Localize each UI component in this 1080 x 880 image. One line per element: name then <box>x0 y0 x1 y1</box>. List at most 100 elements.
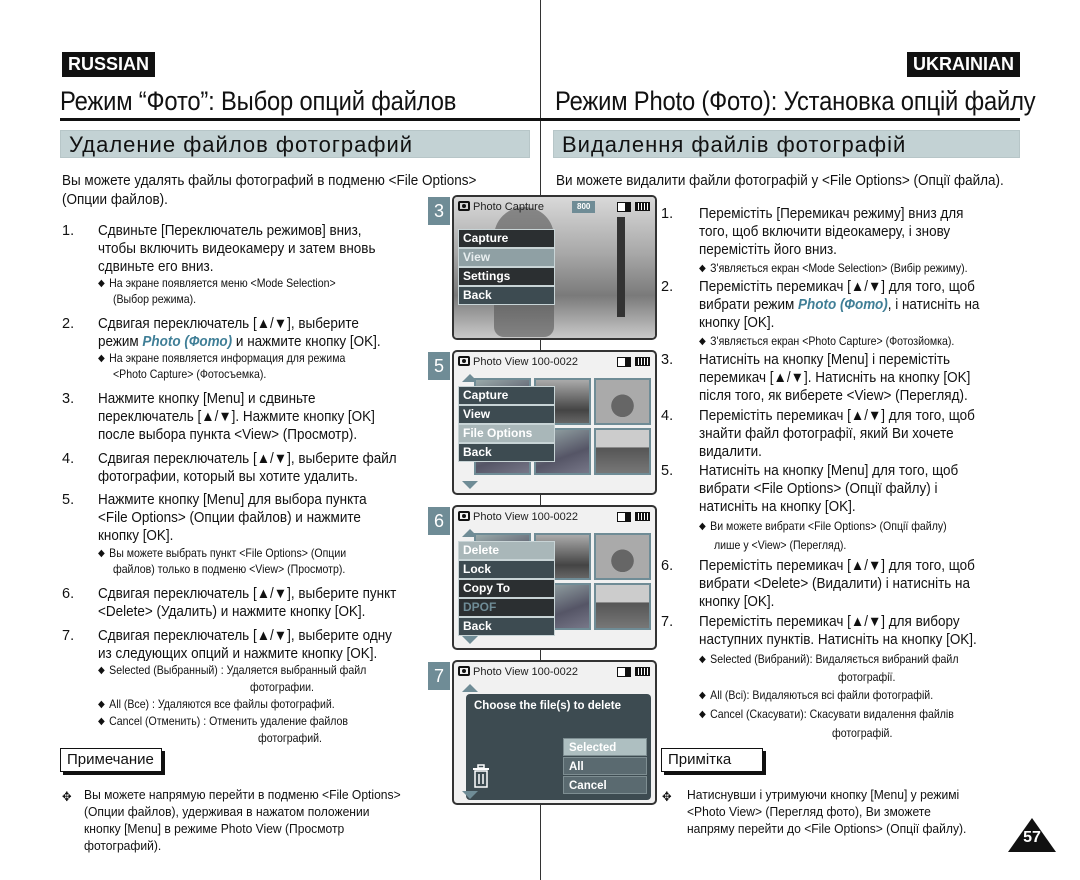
step-note: З'являється екран <Photo Capture> (Фотоз… <box>699 333 954 351</box>
note-text: (Опции файлов), удерживая в нажатом поло… <box>84 804 370 819</box>
step-note: фотографії. <box>838 670 896 684</box>
screen-menu: Capture View File Options Back <box>458 386 555 462</box>
camcorder-screen-photo-view: Photo View 100-0022 Capture View File Op… <box>452 350 657 495</box>
step-text: Натисніть на кнопку [Menu] для того, щоб <box>699 463 959 479</box>
step-number: 6. <box>62 586 75 602</box>
note-label-ukrainian: Примітка <box>661 748 763 772</box>
language-tag-ukrainian: UKRAINIAN <box>907 52 1020 77</box>
battery-icon <box>635 667 650 676</box>
step-text: Перемістіть перемикач [▲/▼] для того, що… <box>699 408 975 424</box>
step-note: З'являється екран <Mode Selection> (Вибі… <box>699 260 967 278</box>
step-text: Перемістіть [Перемикач режиму] вниз для <box>699 206 964 222</box>
thumbnail[interactable] <box>594 378 651 425</box>
menu-item-capture[interactable]: Capture <box>458 386 555 405</box>
step-number: 4. <box>62 451 75 467</box>
step-text: <File Options> (Опции файлов) и нажмите <box>98 510 361 526</box>
option-all[interactable]: All <box>563 757 647 775</box>
intro-text: Вы можете удалять файлы фотографий в под… <box>62 173 477 189</box>
section-heading-russian: Удаление файлов фотографий <box>60 130 530 158</box>
step-number: 4. <box>661 408 674 424</box>
page-title-ukrainian: Режим Photo (Фото): Установка опцій файл… <box>555 86 1036 116</box>
step-text: Сдвигая переключатель [▲/▼], выберите пу… <box>98 586 397 602</box>
scroll-down-icon[interactable] <box>462 791 478 799</box>
step-text: <Delete> (Удалить) и нажмите кнопку [OK]… <box>98 604 366 620</box>
intro-text: Ви можете видалити файли фотографій у <F… <box>556 173 1004 189</box>
note-text: фотографий). <box>84 838 162 853</box>
photo-mode-label: Photo (Фото) <box>798 297 888 313</box>
step-note: Cancel (Скасувати): Скасувати видалення … <box>699 706 954 724</box>
menu-item-view[interactable]: View <box>458 405 555 424</box>
screen-step-tag: 5 <box>428 352 450 380</box>
option-selected[interactable]: Selected <box>563 738 647 756</box>
step-text: вибрати <File Options> (Опції файлу) і <box>699 481 938 497</box>
scroll-up-icon[interactable] <box>462 684 478 692</box>
note-text: Натиснувши і утримуючи кнопку [Menu] у р… <box>687 787 960 802</box>
menu-item-delete[interactable]: Delete <box>458 541 555 560</box>
scroll-down-icon[interactable] <box>462 481 478 489</box>
thumbnail[interactable] <box>594 583 651 630</box>
step-number: 7. <box>62 628 75 644</box>
photo-mode-label: Photo (Фото) <box>142 334 233 350</box>
step-note: Ви можете вибрати <File Options> (Опції … <box>699 518 946 536</box>
step-number: 2. <box>62 316 75 332</box>
section-heading-ukrainian: Видалення файлів фотографій <box>553 130 1020 158</box>
menu-item-view[interactable]: View <box>458 248 555 267</box>
note-text: <Photo View> (Перегляд фото), Ви зможете <box>687 804 931 819</box>
step-note: лише у <View> (Перегляд). <box>714 538 847 552</box>
note-text: кнопку [Menu] в режиме Photo View (Просм… <box>84 821 345 836</box>
thumbnail[interactable] <box>594 533 651 580</box>
title-rule <box>60 118 541 121</box>
step-number: 1. <box>62 223 75 239</box>
step-text: после выбора пункта <View> (Просмотр). <box>98 427 358 443</box>
menu-item-back[interactable]: Back <box>458 617 555 636</box>
step-text: Сдвигая переключатель [▲/▼], выберите фа… <box>98 451 397 467</box>
scroll-down-icon[interactable] <box>462 636 478 644</box>
camera-icon <box>458 666 470 676</box>
option-cancel[interactable]: Cancel <box>563 776 647 794</box>
step-text: Перемістіть перемикач [▲/▼] для вибору <box>699 614 960 630</box>
screen-menu: Delete Lock Copy To DPOF Back <box>458 541 555 636</box>
step-text: Сдвиньте [Переключатель режимов] вниз, <box>98 223 362 239</box>
dialog-title: Choose the file(s) to delete <box>474 700 621 712</box>
step-text: вибрати режим Photo (Фото), і натисніть … <box>699 297 980 313</box>
step-number: 5. <box>62 492 75 508</box>
battery-icon <box>635 512 650 521</box>
step-text: перемістіть його вниз. <box>699 242 837 258</box>
camera-icon <box>458 201 470 211</box>
step-text: вибрати <Delete> (Видалити) і натисніть … <box>699 576 970 592</box>
step-text: кнопку [OK]. <box>699 315 775 331</box>
step-text: чтобы включить видеокамеру и затем вновь <box>98 241 376 257</box>
step-note: Selected (Вибраний): Видаляється вибрани… <box>699 651 958 669</box>
camera-icon <box>458 511 470 521</box>
menu-item-back[interactable]: Back <box>458 443 555 462</box>
menu-item-dpof[interactable]: DPOF <box>458 598 555 617</box>
title-rule <box>540 118 1020 121</box>
thumbnail[interactable] <box>594 428 651 475</box>
battery-icon <box>635 202 650 211</box>
memory-card-icon <box>617 667 631 677</box>
step-text: Перемістіть перемикач [▲/▼] для того, що… <box>699 558 975 574</box>
memory-card-icon <box>617 357 631 367</box>
language-tag-russian: RUSSIAN <box>62 52 156 77</box>
step-text: Сдвигая переключатель [▲/▼], выберите од… <box>98 628 392 644</box>
menu-item-copy-to[interactable]: Copy To <box>458 579 555 598</box>
camcorder-screen-delete-dialog: Photo View 100-0022 Choose the file(s) t… <box>452 660 657 805</box>
menu-item-settings[interactable]: Settings <box>458 267 555 286</box>
camera-icon <box>458 356 470 366</box>
camcorder-screen-photo-capture: Photo Capture 800 Capture View Settings … <box>452 195 657 340</box>
menu-item-file-options[interactable]: File Options <box>458 424 555 443</box>
step-text: Нажмите кнопку [Menu] и сдвиньте <box>98 391 316 407</box>
menu-item-lock[interactable]: Lock <box>458 560 555 579</box>
menu-item-back[interactable]: Back <box>458 286 555 305</box>
menu-item-capture[interactable]: Capture <box>458 229 555 248</box>
trash-icon <box>473 764 489 788</box>
step-note: фотографій. <box>832 726 893 740</box>
step-number: 3. <box>661 352 674 368</box>
memory-card-icon <box>617 202 631 212</box>
step-note: Cancel (Отменить) : Отменить удаление фа… <box>98 713 348 731</box>
step-number: 7. <box>661 614 674 630</box>
step-text: кнопку [OK]. <box>699 594 775 610</box>
step-note: (Выбор режима). <box>113 292 197 306</box>
step-note: <Photo Capture> (Фотосъемка). <box>113 367 267 381</box>
step-number: 6. <box>661 558 674 574</box>
